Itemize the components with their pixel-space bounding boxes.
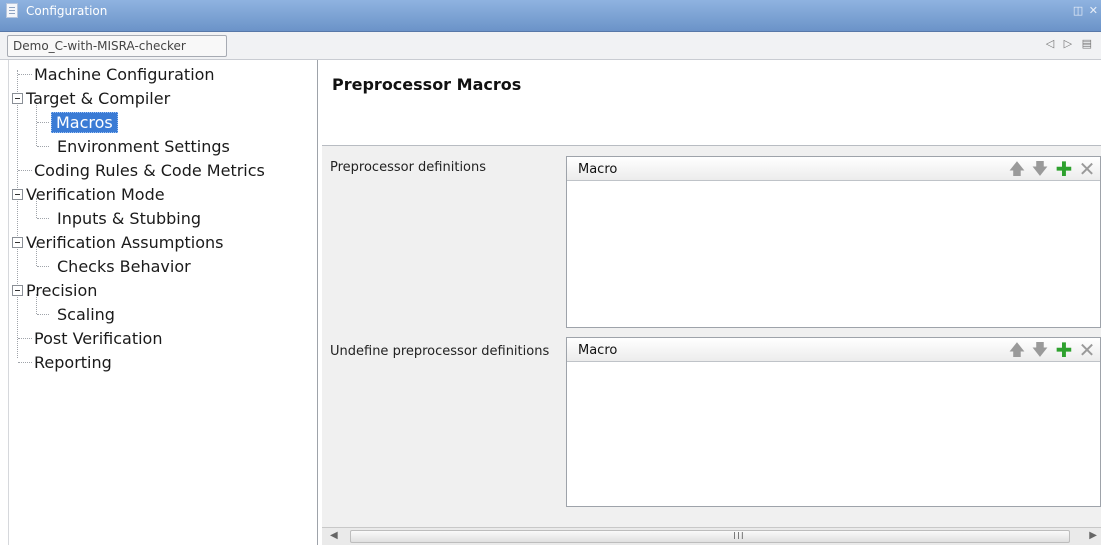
preprocessor-definitions-label: Preprocessor definitions <box>330 160 487 175</box>
window-titlebar: Configuration ◫ ✕ <box>0 0 1101 32</box>
close-icon[interactable]: ✕ <box>1078 159 1096 179</box>
arrow-up-icon[interactable]: 🡅 <box>1008 340 1026 360</box>
tab-navigation-icons[interactable]: ◁ ▷ ▤ <box>1046 37 1095 50</box>
plus-icon[interactable]: ✚ <box>1055 340 1073 360</box>
undefine-preprocessor-definitions-label: Undefine preprocessor definitions <box>330 344 550 359</box>
settings-panel: Preprocessor Macros Preprocessor definit… <box>322 60 1101 545</box>
page-title: Preprocessor Macros <box>332 75 522 94</box>
preprocessor-definitions-table[interactable]: Macro 🡅 🡇 ✚ ✕ <box>566 156 1101 328</box>
arrow-up-icon[interactable]: 🡅 <box>1008 159 1026 179</box>
scroll-right-icon[interactable]: ▶ <box>1089 530 1097 541</box>
window-controls[interactable]: ◫ ✕ <box>1073 4 1099 17</box>
tree-item-target-compiler[interactable]: Target & Compiler <box>26 87 170 111</box>
tree-item-coding-rules[interactable]: Coding Rules & Code Metrics <box>34 159 265 183</box>
scrollbar-grip: III <box>733 531 745 542</box>
table-header: Macro 🡅 🡇 ✚ ✕ <box>567 157 1100 181</box>
arrow-down-icon[interactable]: 🡇 <box>1031 340 1049 360</box>
tree-item-scaling[interactable]: Scaling <box>57 303 115 327</box>
undefine-preprocessor-definitions-table[interactable]: Macro 🡅 🡇 ✚ ✕ <box>566 337 1101 507</box>
table-header: Macro 🡅 🡇 ✚ ✕ <box>567 338 1100 362</box>
collapse-icon[interactable] <box>12 93 23 104</box>
macro-column-header: Macro <box>578 162 618 177</box>
collapse-icon[interactable] <box>12 285 23 296</box>
plus-icon[interactable]: ✚ <box>1055 159 1073 179</box>
horizontal-scrollbar[interactable]: ◀ III ▶ <box>322 527 1101 545</box>
tree-item-reporting[interactable]: Reporting <box>34 351 112 375</box>
document-icon <box>6 3 18 18</box>
window-title: Configuration <box>26 4 108 18</box>
close-icon[interactable]: ✕ <box>1078 340 1096 360</box>
tree-item-checks-behavior[interactable]: Checks Behavior <box>57 255 191 279</box>
collapse-icon[interactable] <box>12 189 23 200</box>
tree-item-verification-assumptions[interactable]: Verification Assumptions <box>26 231 223 255</box>
configuration-tree: Machine Configuration Target & Compiler … <box>8 60 318 545</box>
tree-item-inputs-stubbing[interactable]: Inputs & Stubbing <box>57 207 201 231</box>
macro-column-header: Macro <box>578 343 618 358</box>
context-tabbar: Demo_C-with-MISRA-checker ◁ ▷ ▤ <box>0 32 1101 60</box>
tree-item-verification-mode[interactable]: Verification Mode <box>26 183 165 207</box>
tree-item-environment-settings[interactable]: Environment Settings <box>57 135 230 159</box>
scroll-left-icon[interactable]: ◀ <box>330 530 338 541</box>
tree-item-post-verification[interactable]: Post Verification <box>34 327 162 351</box>
project-tab[interactable]: Demo_C-with-MISRA-checker <box>7 35 227 57</box>
collapse-icon[interactable] <box>12 237 23 248</box>
tree-item-machine-configuration[interactable]: Machine Configuration <box>34 63 215 87</box>
arrow-down-icon[interactable]: 🡇 <box>1031 159 1049 179</box>
tree-item-precision[interactable]: Precision <box>26 279 97 303</box>
tree-item-macros[interactable]: Macros <box>51 111 118 135</box>
scrollbar-thumb[interactable]: III <box>350 530 1070 543</box>
panel-header: Preprocessor Macros <box>322 60 1101 146</box>
